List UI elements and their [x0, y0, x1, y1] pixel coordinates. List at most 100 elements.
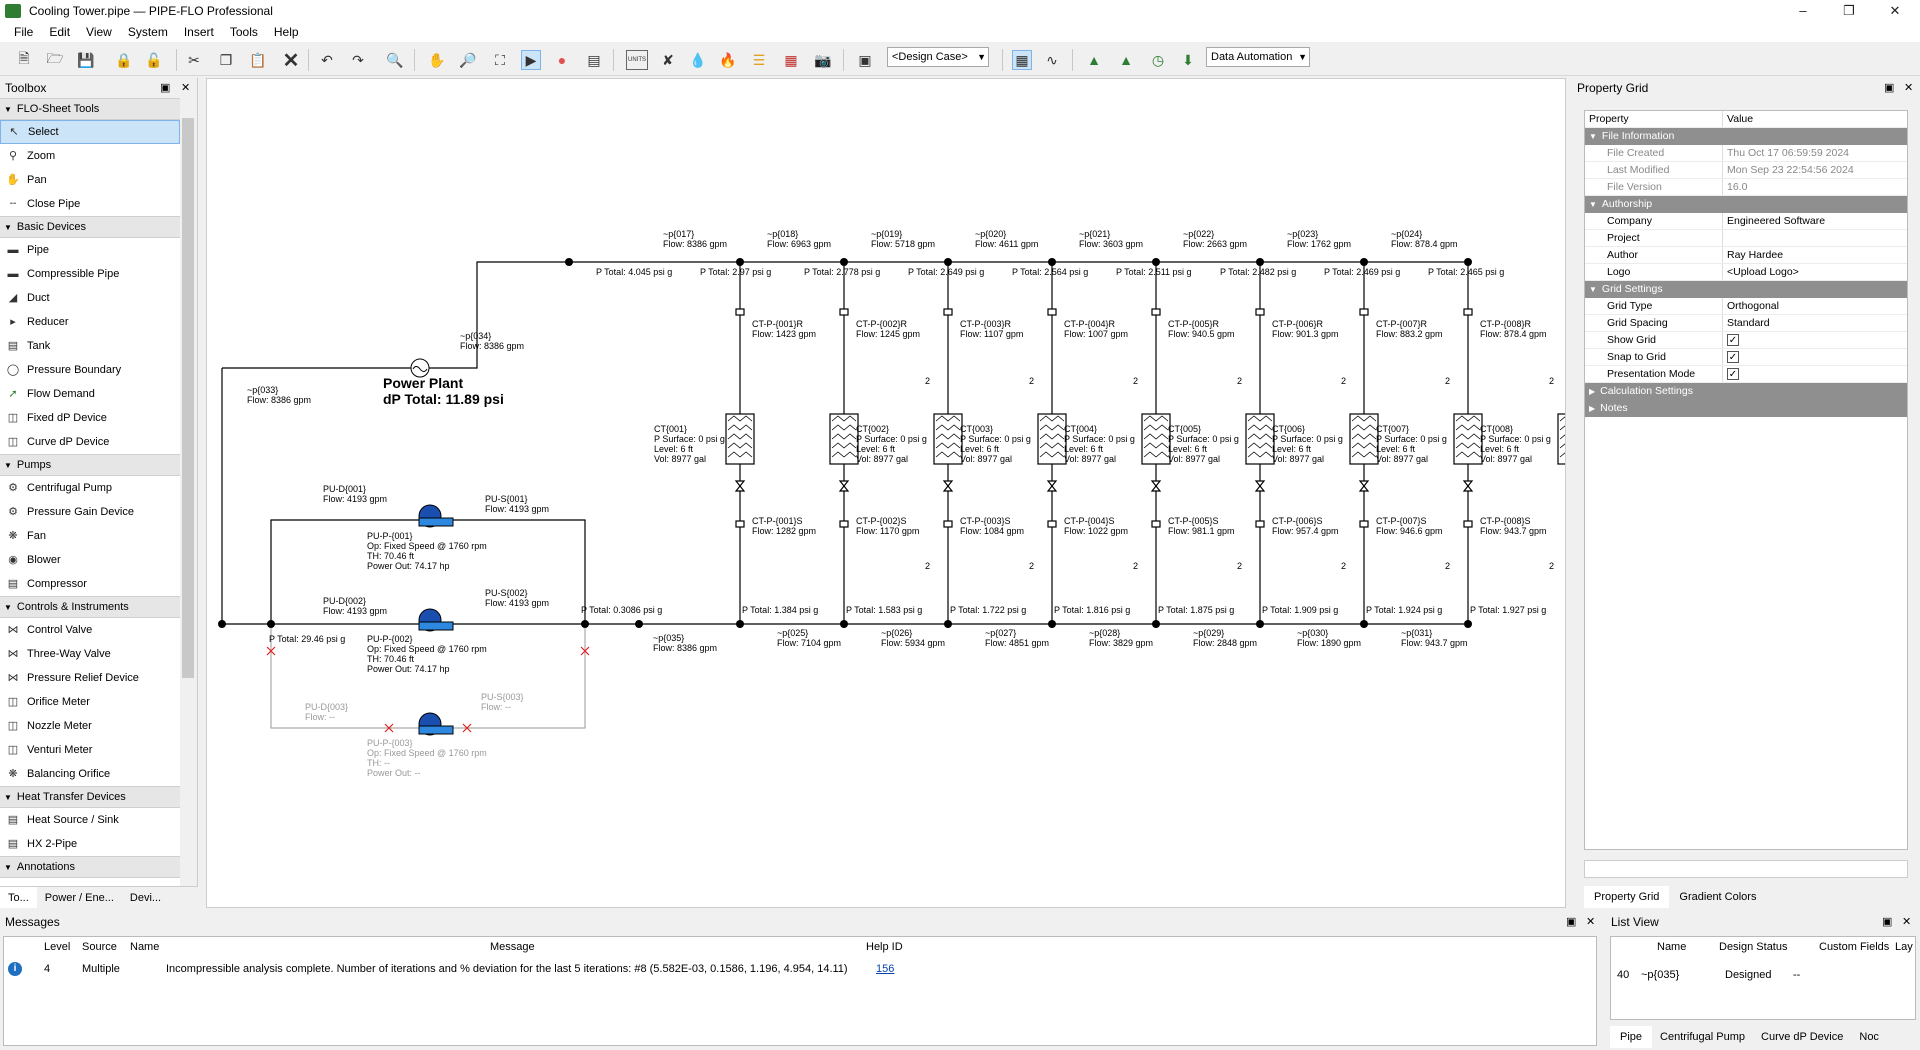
cut-icon[interactable]: ✂ — [184, 50, 204, 70]
message-row[interactable]: i 4 Multiple Incompressible analysis com… — [4, 959, 1596, 979]
diagram-label[interactable]: Flow: 1282 gpm — [752, 526, 816, 536]
diagram-label[interactable]: P Total: 2.778 psi g — [804, 267, 880, 277]
diagram-label[interactable]: P Surface: 0 psi g — [1168, 434, 1239, 444]
diagram-label[interactable]: ~p{018} — [767, 229, 798, 239]
flo-chart-icon[interactable]: ▲ — [1116, 50, 1136, 70]
help-id-link[interactable]: 156 — [876, 959, 894, 979]
tool-hx-2-pipe[interactable]: ▤ HX 2-Pipe — [0, 832, 180, 856]
diagram-label[interactable]: Vol: 8977 gal — [960, 454, 1012, 464]
group-flo-sheet-tools[interactable]: ▼ FLO-Sheet Tools — [0, 98, 180, 120]
data-automation-select[interactable]: Data Automation ▼ — [1206, 47, 1310, 67]
minimize-button[interactable]: – — [1780, 0, 1826, 22]
tab-toolbox[interactable]: To... — [0, 887, 37, 908]
lock-icon[interactable]: 🔒 — [114, 50, 134, 70]
tool-nozzle-meter[interactable]: ◫ Nozzle Meter — [0, 714, 180, 738]
diagram-label[interactable]: Flow: 1084 gpm — [960, 526, 1024, 536]
diagram-label[interactable]: P Surface: 0 psi g — [1480, 434, 1551, 444]
diagram-label[interactable]: Flow: 981.1 gpm — [1168, 526, 1235, 536]
tool-orifice-meter[interactable]: ◫ Orifice Meter — [0, 690, 180, 714]
diagram-label[interactable]: Flow: 4193 gpm — [485, 598, 549, 608]
diagram-label[interactable]: ~p{025} — [777, 628, 808, 638]
tool-compressible-pipe[interactable]: ▬ Compressible Pipe — [0, 262, 180, 286]
diagram-label[interactable]: CT{003} — [960, 424, 993, 434]
download-icon[interactable]: ⬇ — [1178, 50, 1198, 70]
category-notes[interactable]: ▶ Notes — [1585, 400, 1907, 417]
layers-icon[interactable]: ☰ — [749, 50, 769, 70]
diagram-label[interactable]: Flow: 1245 gpm — [856, 329, 920, 339]
diagram-label[interactable]: CT{006} — [1272, 424, 1305, 434]
tool-heat-source-sink[interactable]: ▤ Heat Source / Sink — [0, 808, 180, 832]
diagram-label[interactable]: Level: 6 ft — [1064, 444, 1103, 454]
find-icon[interactable]: 🔍 — [385, 50, 405, 70]
diagram-label[interactable]: TH: 70.46 ft — [367, 551, 414, 561]
diagram-label[interactable]: Vol: 8977 gal — [856, 454, 908, 464]
select-mode-icon[interactable]: ▶ — [521, 50, 541, 70]
close-icon[interactable]: ✕ — [1586, 912, 1595, 932]
diagram-label[interactable]: TH: -- — [367, 758, 390, 768]
diagram-label[interactable]: P Total: 4.045 psi g — [596, 267, 672, 277]
diagram-label[interactable]: ~p{029} — [1193, 628, 1224, 638]
diagram-label[interactable]: Flow: 5934 gpm — [881, 638, 945, 648]
group-heat-transfer[interactable]: ▼ Heat Transfer Devices — [0, 786, 180, 808]
tab-property-grid[interactable]: Property Grid — [1584, 886, 1670, 908]
prop-company[interactable]: Company Engineered Software — [1585, 213, 1907, 230]
diagram-label[interactable]: PU-S{002} — [485, 588, 528, 598]
diagram-label[interactable]: P Surface: 0 psi g — [1376, 434, 1447, 444]
diagram-label[interactable]: Flow: 3829 gpm — [1089, 638, 1153, 648]
diagram-label[interactable]: CT-P-{001}S — [752, 516, 803, 526]
tool-fixed-dp-device[interactable]: ◫ Fixed dP Device — [0, 406, 180, 430]
diagram-label[interactable]: CT-P-{005}R — [1168, 319, 1219, 329]
diagram-label[interactable]: Flow: 957.4 gpm — [1272, 526, 1339, 536]
diagram-label[interactable]: Flow: 6963 gpm — [767, 239, 831, 249]
prop-value[interactable]: <Upload Logo> — [1723, 264, 1907, 280]
group-controls-instruments[interactable]: ▼ Controls & Instruments — [0, 596, 180, 618]
diagram-label[interactable]: ~p{023} — [1287, 229, 1318, 239]
diagram-label[interactable]: ~p{024} — [1391, 229, 1422, 239]
menu-system[interactable]: System — [120, 25, 176, 39]
color-wheel-icon[interactable]: ● — [552, 50, 572, 70]
diagram-label[interactable]: CT-P-{007}R — [1376, 319, 1427, 329]
diagram-label[interactable]: Op: Fixed Speed @ 1760 rpm — [367, 644, 487, 654]
diagram-label[interactable]: PU-P-{003} — [367, 738, 413, 748]
tool-centrifugal-pump[interactable]: ⚙ Centrifugal Pump — [0, 476, 180, 500]
list-row[interactable]: 40 ~p{035} Designed -- — [1611, 965, 1915, 985]
diagram-label[interactable]: Vol: 8977 gal — [1064, 454, 1116, 464]
diagram-label[interactable]: PU-D{003} — [305, 702, 348, 712]
prop-project[interactable]: Project — [1585, 230, 1907, 247]
diagram-label[interactable]: Flow: 7104 gpm — [777, 638, 841, 648]
diagram-label[interactable]: CT-P-{004}S — [1064, 516, 1115, 526]
diagram-label[interactable]: Flow: 940.5 gpm — [1168, 329, 1235, 339]
diagram-label[interactable]: Flow: 8386 gpm — [247, 395, 311, 405]
diagram-label[interactable]: Flow: 1890 gpm — [1297, 638, 1361, 648]
tool-control-valve[interactable]: ⋈ Control Valve — [0, 618, 180, 642]
close-button[interactable]: ✕ — [1872, 0, 1918, 22]
diagram-label[interactable]: ~p{021} — [1079, 229, 1110, 239]
diagram-label[interactable]: P Total: 1.583 psi g — [846, 605, 922, 615]
tool-reducer[interactable]: ▸ Reducer — [0, 310, 180, 334]
calculator-icon[interactable]: ▦ — [1012, 50, 1032, 70]
table-icon[interactable]: ▦ — [781, 50, 801, 70]
diagram-label[interactable]: Power Out: 74.17 hp — [367, 561, 450, 571]
diagram-label[interactable]: P Total: 1.875 psi g — [1158, 605, 1234, 615]
tool-select[interactable]: ↖ Select — [0, 120, 180, 144]
diagram-label[interactable]: ~p{022} — [1183, 229, 1214, 239]
diagram-label[interactable]: Flow: 4193 gpm — [323, 494, 387, 504]
prop-file-version[interactable]: File Version 16.0 — [1585, 179, 1907, 196]
tool-pressure-gain-device[interactable]: ⚙ Pressure Gain Device — [0, 500, 180, 524]
diagram-label[interactable]: Flow: 8386 gpm — [663, 239, 727, 249]
diagram-label[interactable]: P Total: 1.927 psi g — [1470, 605, 1546, 615]
diagram-label[interactable]: Level: 6 ft — [1168, 444, 1207, 454]
diagram-label[interactable]: P Total: 2.469 psi g — [1324, 267, 1400, 277]
diagram-label[interactable]: Level: 6 ft — [1272, 444, 1311, 454]
diagram-label[interactable]: P Surface: 0 psi g — [1064, 434, 1135, 444]
diagram-label[interactable]: CT{001} — [654, 424, 687, 434]
diagram-label[interactable]: P Total: 1.924 psi g — [1366, 605, 1442, 615]
diagram-label[interactable]: Flow: 4193 gpm — [485, 504, 549, 514]
diagram-label[interactable]: Flow: 878.4 gpm — [1480, 329, 1547, 339]
diagram-label[interactable]: CT-P-{004}R — [1064, 319, 1115, 329]
diagram-label[interactable]: PU-P-{001} — [367, 531, 413, 541]
close-icon[interactable]: ✕ — [1904, 78, 1913, 98]
diagram-label[interactable]: Op: Fixed Speed @ 1760 rpm — [367, 748, 487, 758]
diagram-label[interactable]: Flow: 2663 gpm — [1183, 239, 1247, 249]
group-basic-devices[interactable]: ▼ Basic Devices — [0, 216, 180, 238]
